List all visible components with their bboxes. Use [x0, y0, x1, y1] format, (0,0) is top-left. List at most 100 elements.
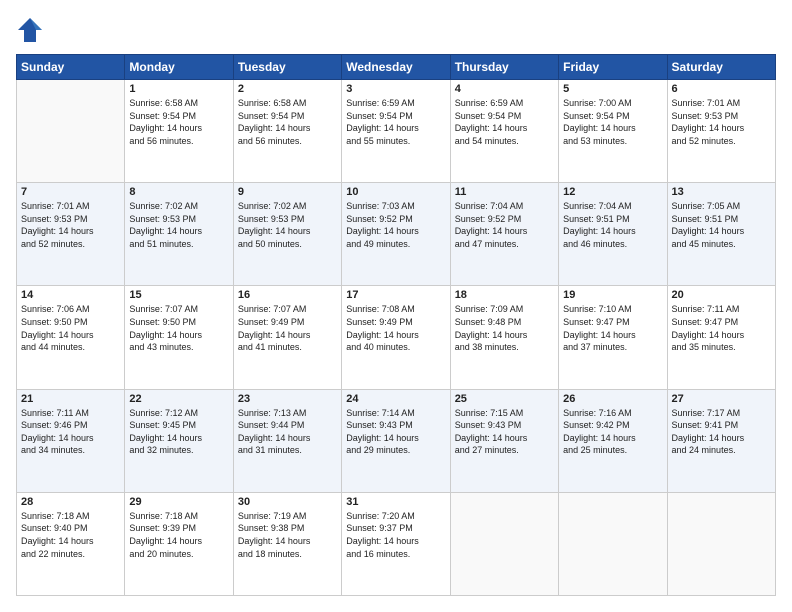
week-row-3: 14 Sunrise: 7:06 AM Sunset: 9:50 PM Dayli… [17, 286, 776, 389]
calendar-cell: 23 Sunrise: 7:13 AM Sunset: 9:44 PM Dayli… [233, 389, 341, 492]
day-number: 21 [21, 393, 120, 405]
day-number: 14 [21, 289, 120, 301]
logo [16, 16, 48, 44]
day-info: Sunrise: 7:03 AM Sunset: 9:52 PM Dayligh… [346, 200, 445, 250]
calendar-cell: 18 Sunrise: 7:09 AM Sunset: 9:48 PM Dayli… [450, 286, 558, 389]
day-info: Sunrise: 6:59 AM Sunset: 9:54 PM Dayligh… [346, 97, 445, 147]
day-number: 13 [672, 186, 771, 198]
day-header-tuesday: Tuesday [233, 55, 341, 80]
day-number: 11 [455, 186, 554, 198]
calendar-cell [17, 80, 125, 183]
day-number: 8 [129, 186, 228, 198]
calendar-cell: 30Sunrise: 7:19 AM Sunset: 9:38 PM Dayli… [233, 492, 341, 595]
day-info: Sunrise: 7:09 AM Sunset: 9:48 PM Dayligh… [455, 303, 554, 353]
calendar-cell: 9 Sunrise: 7:02 AM Sunset: 9:53 PM Daylig… [233, 183, 341, 286]
calendar-cell: 4 Sunrise: 6:59 AM Sunset: 9:54 PM Daylig… [450, 80, 558, 183]
calendar-cell: 15 Sunrise: 7:07 AM Sunset: 9:50 PM Dayli… [125, 286, 233, 389]
day-info: Sunrise: 7:07 AM Sunset: 9:50 PM Dayligh… [129, 303, 228, 353]
day-number: 30 [238, 496, 337, 508]
day-number: 4 [455, 83, 554, 95]
calendar-cell: 22 Sunrise: 7:12 AM Sunset: 9:45 PM Dayli… [125, 389, 233, 492]
calendar-cell: 3 Sunrise: 6:59 AM Sunset: 9:54 PM Daylig… [342, 80, 450, 183]
header [16, 16, 776, 44]
day-info: Sunrise: 7:11 AM Sunset: 9:46 PM Dayligh… [21, 407, 120, 457]
calendar-cell: 28 Sunrise: 7:18 AM Sunset: 9:40 PM Dayli… [17, 492, 125, 595]
calendar-cell: 14 Sunrise: 7:06 AM Sunset: 9:50 PM Dayli… [17, 286, 125, 389]
calendar-cell: 5 Sunrise: 7:00 AM Sunset: 9:54 PM Daylig… [559, 80, 667, 183]
day-info: Sunrise: 7:16 AM Sunset: 9:42 PM Dayligh… [563, 407, 662, 457]
day-header-friday: Friday [559, 55, 667, 80]
day-number: 17 [346, 289, 445, 301]
day-number: 10 [346, 186, 445, 198]
day-info: Sunrise: 7:13 AM Sunset: 9:44 PM Dayligh… [238, 407, 337, 457]
calendar-cell: 27 Sunrise: 7:17 AM Sunset: 9:41 PM Dayli… [667, 389, 775, 492]
calendar-cell: 31Sunrise: 7:20 AM Sunset: 9:37 PM Dayli… [342, 492, 450, 595]
day-number: 2 [238, 83, 337, 95]
day-number: 27 [672, 393, 771, 405]
day-info: Sunrise: 7:06 AM Sunset: 9:50 PM Dayligh… [21, 303, 120, 353]
day-number: 28 [21, 496, 120, 508]
day-header-thursday: Thursday [450, 55, 558, 80]
day-info: Sunrise: 7:17 AM Sunset: 9:41 PM Dayligh… [672, 407, 771, 457]
day-number: 29 [129, 496, 228, 508]
calendar-cell: 12 Sunrise: 7:04 AM Sunset: 9:51 PM Dayli… [559, 183, 667, 286]
day-number: 24 [346, 393, 445, 405]
day-info: Sunrise: 6:58 AM Sunset: 9:54 PM Dayligh… [129, 97, 228, 147]
day-number: 16 [238, 289, 337, 301]
calendar-cell: 20 Sunrise: 7:11 AM Sunset: 9:47 PM Dayli… [667, 286, 775, 389]
day-number: 5 [563, 83, 662, 95]
day-number: 12 [563, 186, 662, 198]
day-header-wednesday: Wednesday [342, 55, 450, 80]
day-info: Sunrise: 7:01 AM Sunset: 9:53 PM Dayligh… [672, 97, 771, 147]
calendar-cell: 26 Sunrise: 7:16 AM Sunset: 9:42 PM Dayli… [559, 389, 667, 492]
calendar-cell: 24Sunrise: 7:14 AM Sunset: 9:43 PM Dayli… [342, 389, 450, 492]
day-info: Sunrise: 7:04 AM Sunset: 9:52 PM Dayligh… [455, 200, 554, 250]
day-info: Sunrise: 7:04 AM Sunset: 9:51 PM Dayligh… [563, 200, 662, 250]
day-number: 19 [563, 289, 662, 301]
calendar-cell: 25 Sunrise: 7:15 AM Sunset: 9:43 PM Dayli… [450, 389, 558, 492]
calendar-cell: 1 Sunrise: 6:58 AM Sunset: 9:54 PM Daylig… [125, 80, 233, 183]
day-number: 15 [129, 289, 228, 301]
day-number: 25 [455, 393, 554, 405]
day-info: Sunrise: 7:00 AM Sunset: 9:54 PM Dayligh… [563, 97, 662, 147]
calendar-cell [559, 492, 667, 595]
day-info: Sunrise: 7:18 AM Sunset: 9:40 PM Dayligh… [21, 510, 120, 560]
calendar-cell: 2 Sunrise: 6:58 AM Sunset: 9:54 PM Daylig… [233, 80, 341, 183]
day-number: 23 [238, 393, 337, 405]
logo-icon [16, 16, 44, 44]
day-info: Sunrise: 7:05 AM Sunset: 9:51 PM Dayligh… [672, 200, 771, 250]
calendar-cell [450, 492, 558, 595]
calendar-cell: 21 Sunrise: 7:11 AM Sunset: 9:46 PM Dayli… [17, 389, 125, 492]
week-row-5: 28 Sunrise: 7:18 AM Sunset: 9:40 PM Dayli… [17, 492, 776, 595]
day-info: Sunrise: 7:18 AM Sunset: 9:39 PM Dayligh… [129, 510, 228, 560]
day-number: 26 [563, 393, 662, 405]
day-info: Sunrise: 7:12 AM Sunset: 9:45 PM Dayligh… [129, 407, 228, 457]
day-info: Sunrise: 7:02 AM Sunset: 9:53 PM Dayligh… [238, 200, 337, 250]
calendar-cell: 19 Sunrise: 7:10 AM Sunset: 9:47 PM Dayli… [559, 286, 667, 389]
day-info: Sunrise: 7:07 AM Sunset: 9:49 PM Dayligh… [238, 303, 337, 353]
day-info: Sunrise: 7:10 AM Sunset: 9:47 PM Dayligh… [563, 303, 662, 353]
calendar-cell: 10 Sunrise: 7:03 AM Sunset: 9:52 PM Dayli… [342, 183, 450, 286]
day-number: 1 [129, 83, 228, 95]
day-number: 3 [346, 83, 445, 95]
calendar-cell: 7Sunrise: 7:01 AM Sunset: 9:53 PM Daylig… [17, 183, 125, 286]
day-info: Sunrise: 7:11 AM Sunset: 9:47 PM Dayligh… [672, 303, 771, 353]
day-number: 9 [238, 186, 337, 198]
day-number: 20 [672, 289, 771, 301]
day-number: 22 [129, 393, 228, 405]
week-row-2: 7Sunrise: 7:01 AM Sunset: 9:53 PM Daylig… [17, 183, 776, 286]
header-row: SundayMondayTuesdayWednesdayThursdayFrid… [17, 55, 776, 80]
calendar-cell: 16 Sunrise: 7:07 AM Sunset: 9:49 PM Dayli… [233, 286, 341, 389]
day-info: Sunrise: 6:58 AM Sunset: 9:54 PM Dayligh… [238, 97, 337, 147]
calendar-table: SundayMondayTuesdayWednesdayThursdayFrid… [16, 54, 776, 596]
day-info: Sunrise: 7:08 AM Sunset: 9:49 PM Dayligh… [346, 303, 445, 353]
day-header-sunday: Sunday [17, 55, 125, 80]
day-info: Sunrise: 7:02 AM Sunset: 9:53 PM Dayligh… [129, 200, 228, 250]
day-info: Sunrise: 6:59 AM Sunset: 9:54 PM Dayligh… [455, 97, 554, 147]
week-row-4: 21 Sunrise: 7:11 AM Sunset: 9:46 PM Dayli… [17, 389, 776, 492]
day-header-saturday: Saturday [667, 55, 775, 80]
day-number: 18 [455, 289, 554, 301]
calendar-cell [667, 492, 775, 595]
day-info: Sunrise: 7:15 AM Sunset: 9:43 PM Dayligh… [455, 407, 554, 457]
calendar-cell: 6Sunrise: 7:01 AM Sunset: 9:53 PM Daylig… [667, 80, 775, 183]
